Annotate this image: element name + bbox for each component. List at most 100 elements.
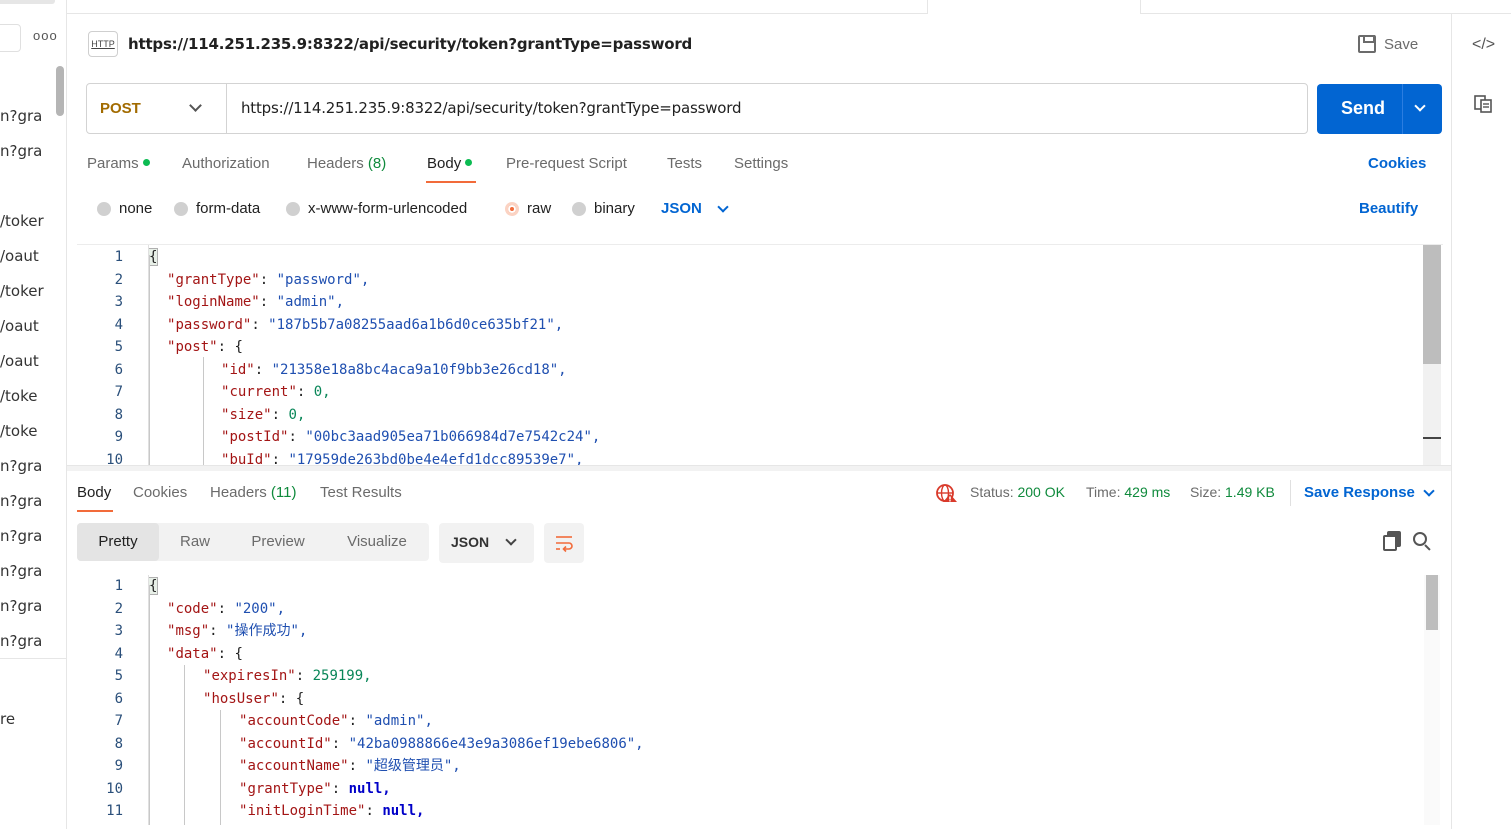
method-select[interactable]: POST xyxy=(87,84,227,133)
line-number: 2 xyxy=(114,271,123,288)
tab-prerequest-script[interactable]: Pre-request Script xyxy=(506,155,627,172)
radio-urlencoded[interactable]: x-www-form-urlencoded xyxy=(286,200,467,217)
right-rail: </> xyxy=(1451,14,1511,829)
tab-params[interactable]: Params xyxy=(87,155,150,172)
indent-guide xyxy=(184,665,185,825)
json-value: "21358e18a8bc4aca9a10f9bb3e26cd18", xyxy=(271,361,567,378)
status-label: Status: xyxy=(970,484,1014,500)
response-body-viewer[interactable]: 1 {2 "code": "200", 3 "msg": "操作成功", 4 "data":… xyxy=(77,575,1443,825)
json-value: "password", xyxy=(276,271,370,288)
beautify-button[interactable]: Beautify xyxy=(1359,200,1418,217)
radio-circle xyxy=(286,201,300,216)
radio-none[interactable]: none xyxy=(97,200,152,217)
radio-binary[interactable]: binary xyxy=(572,200,635,217)
sidebar-scrollbar[interactable] xyxy=(56,66,64,116)
response-format-select[interactable]: JSON xyxy=(439,523,534,563)
sidebar-top-tab[interactable] xyxy=(0,0,55,4)
scrollbar-thumb[interactable] xyxy=(1423,245,1441,364)
history-item[interactable]: /toker xyxy=(0,212,44,230)
cookies-link[interactable]: Cookies xyxy=(1368,155,1426,172)
history-item[interactable]: n?gra xyxy=(0,632,42,650)
code-line: "accountId": "42ba0988866e43e9a3086ef19e… xyxy=(239,735,644,752)
chevron-down-icon[interactable] xyxy=(1423,485,1435,497)
radio-form-data-label: form-data xyxy=(196,200,261,217)
json-key: grantType xyxy=(247,780,324,797)
line-number: 11 xyxy=(106,803,123,819)
body-format-select[interactable]: JSON xyxy=(661,200,702,217)
active-request-tab[interactable] xyxy=(927,0,1141,14)
json-key: initLoginTime xyxy=(247,803,358,819)
line-number: 1 xyxy=(114,578,123,594)
wrap-lines-icon[interactable] xyxy=(544,523,584,563)
radio-raw[interactable]: raw xyxy=(505,200,551,217)
history-item[interactable]: /toker xyxy=(0,282,44,300)
pane-splitter[interactable] xyxy=(67,465,1451,471)
json-value: null, xyxy=(382,803,425,819)
res-tab-headers-label: Headers xyxy=(210,484,267,501)
history-item[interactable]: /oaut xyxy=(0,352,39,370)
globe-error-icon[interactable] xyxy=(935,483,957,503)
view-tab-visualize[interactable]: Visualize xyxy=(325,523,429,561)
response-viewer-scrollbar[interactable] xyxy=(1424,575,1440,825)
line-number: 6 xyxy=(114,361,123,378)
line-number: 5 xyxy=(114,339,123,355)
res-headers-count: (11) xyxy=(270,484,297,501)
tab-headers[interactable]: Headers (8) xyxy=(307,155,386,172)
res-tab-test-results[interactable]: Test Results xyxy=(320,484,402,501)
send-button[interactable]: Send xyxy=(1317,84,1442,134)
request-editor-scrollbar[interactable] xyxy=(1423,245,1441,465)
copy-icon[interactable] xyxy=(1382,531,1402,551)
indent-guide xyxy=(203,357,204,465)
res-tab-body[interactable]: Body xyxy=(77,484,111,501)
history-item[interactable]: n?gra xyxy=(0,142,42,160)
view-tab-preview[interactable]: Preview xyxy=(231,523,325,561)
line-number: 9 xyxy=(114,429,123,445)
history-item[interactable]: n?gra xyxy=(0,492,42,510)
code-line: "id": "21358e18a8bc4aca9a10f9bb3e26cd18"… xyxy=(221,361,567,378)
code-line: "msg": "操作成功", xyxy=(167,623,308,639)
scrollbar-thumb[interactable] xyxy=(1426,575,1438,630)
request-title[interactable]: https://114.251.235.9:8322/api/security/… xyxy=(128,35,692,53)
method-label: POST xyxy=(100,100,141,117)
tab-settings[interactable]: Settings xyxy=(734,155,788,172)
save-response-button[interactable]: Save Response xyxy=(1304,484,1415,501)
request-body-editor[interactable]: 1 {2 "grantType": "password", 3 "loginName":… xyxy=(77,244,1443,465)
save-button[interactable]: Save xyxy=(1358,32,1418,56)
url-input[interactable]: https://114.251.235.9:8322/api/security/… xyxy=(241,99,741,117)
view-tab-pretty[interactable]: Pretty xyxy=(77,523,159,561)
view-tab-raw[interactable]: Raw xyxy=(159,523,231,561)
history-item[interactable]: /toke xyxy=(0,422,38,440)
tab-body[interactable]: Body xyxy=(427,155,473,172)
line-number: 7 xyxy=(114,384,123,400)
size-value: 1.49 KB xyxy=(1225,484,1275,500)
response-size: Size: 1.49 KB xyxy=(1190,484,1275,500)
code-line: "code": "200", xyxy=(167,600,286,617)
history-item[interactable]: n?gra xyxy=(0,107,42,125)
history-item[interactable]: n?gra xyxy=(0,527,42,545)
tab-body-label: Body xyxy=(427,155,462,172)
save-label: Save xyxy=(1384,35,1419,53)
chevron-down-icon[interactable] xyxy=(717,201,729,213)
docs-icon[interactable] xyxy=(1472,94,1494,116)
code-icon[interactable]: </> xyxy=(1472,34,1495,56)
status-divider xyxy=(1290,480,1291,506)
request-tab-strip xyxy=(67,0,1511,14)
search-icon[interactable] xyxy=(1412,531,1432,551)
more-dots-icon[interactable]: ooo xyxy=(33,28,58,43)
tab-tests[interactable]: Tests xyxy=(667,155,702,172)
res-tab-headers[interactable]: Headers (11) xyxy=(210,484,296,501)
history-item[interactable]: /oaut xyxy=(0,247,39,265)
history-item[interactable]: n?gra xyxy=(0,597,42,615)
sidebar-new-button[interactable] xyxy=(0,24,21,52)
history-item[interactable]: n?gra xyxy=(0,562,42,580)
line-number: 2 xyxy=(114,600,123,617)
line-number: 10 xyxy=(106,451,123,466)
history-item[interactable]: re xyxy=(0,710,15,728)
radio-form-data[interactable]: form-data xyxy=(174,200,260,217)
send-options-chevron-icon[interactable] xyxy=(1414,100,1426,112)
history-item[interactable]: /toke xyxy=(0,387,38,405)
history-item[interactable]: n?gra xyxy=(0,457,42,475)
tab-authorization[interactable]: Authorization xyxy=(182,155,270,172)
res-tab-cookies[interactable]: Cookies xyxy=(133,484,187,501)
history-item[interactable]: /oaut xyxy=(0,317,39,335)
